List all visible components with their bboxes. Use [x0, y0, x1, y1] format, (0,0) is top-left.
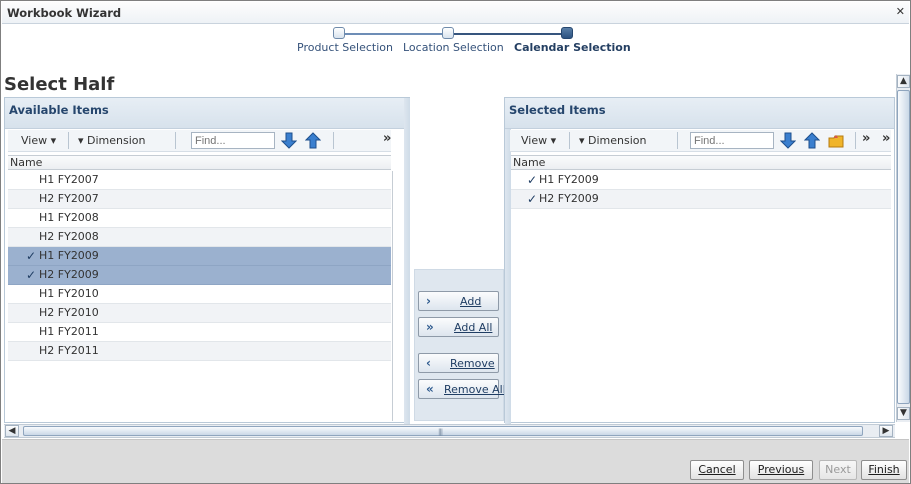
train-stop-product[interactable] — [333, 27, 345, 39]
toolbar-overflow-icon[interactable]: » — [862, 131, 870, 146]
remove-button[interactable]: ‹ Remove — [418, 353, 499, 373]
toolbar-separator — [68, 132, 69, 149]
panel-overflow-icon[interactable]: » — [882, 131, 890, 146]
dimension-menu[interactable]: ▾ Dimension — [579, 134, 647, 147]
available-items-title: Available Items — [9, 103, 109, 117]
add-all-icon: » — [426, 320, 434, 334]
toolbar-separator — [333, 132, 334, 149]
toolbar-separator — [855, 132, 856, 149]
previous-button[interactable]: Previous — [749, 460, 813, 480]
find-input[interactable] — [690, 132, 774, 149]
list-item-label: H2 FY2007 — [39, 192, 99, 205]
check-icon: ✓ — [527, 173, 538, 187]
list-item[interactable]: H1 FY2010 — [8, 285, 391, 304]
dimension-menu[interactable]: ▾ Dimension — [78, 134, 146, 147]
toolbar-overflow-icon[interactable]: » — [383, 131, 391, 146]
train-connector — [339, 33, 447, 35]
list-item-label: H2 FY2008 — [39, 230, 99, 243]
column-header-name[interactable]: Name — [511, 155, 891, 170]
page-title: Select Half — [4, 74, 115, 95]
available-items-panel: Available Items View ▾ ▾ Dimension » Nam… — [4, 97, 410, 424]
scroll-left-icon[interactable]: ◀ — [5, 425, 19, 437]
view-menu[interactable]: View ▾ — [21, 134, 56, 147]
list-item-label: H2 FY2009 — [539, 192, 599, 205]
list-item-label: H1 FY2011 — [39, 325, 99, 338]
wizard-train: Product Selection Location Selection Cal… — [291, 25, 631, 59]
finish-button[interactable]: Finish — [861, 460, 907, 480]
train-label-location[interactable]: Location Selection — [403, 41, 504, 54]
scroll-down-icon[interactable]: ▼ — [897, 407, 910, 420]
grip-icon: ||| — [438, 428, 443, 436]
find-next-icon[interactable] — [280, 132, 298, 149]
toolbar-separator — [569, 132, 570, 149]
list-item[interactable]: H2 FY2011 — [8, 342, 391, 361]
close-icon[interactable]: ✕ — [896, 5, 905, 18]
panel-edge — [404, 98, 410, 424]
remove-all-button[interactable]: « Remove All — [418, 379, 506, 399]
title-bar: Workbook Wizard ✕ — [2, 2, 909, 24]
train-stop-calendar — [561, 27, 573, 39]
toolbar-separator — [175, 132, 176, 149]
scroll-right-icon[interactable]: ▶ — [879, 425, 893, 437]
find-previous-icon[interactable] — [803, 132, 821, 149]
list-item[interactable]: ✓ H2 FY2009 — [511, 190, 891, 209]
list-divider — [392, 171, 393, 421]
list-item[interactable]: H2 FY2008 — [8, 228, 391, 247]
available-items-list: H1 FY2007 H2 FY2007 H1 FY2008 H2 FY2008 ✓ H1 … — [8, 171, 391, 361]
vertical-scrollbar[interactable]: ▲ ▼ — [896, 74, 910, 422]
train-connector — [453, 33, 561, 35]
available-toolbar: View ▾ ▾ Dimension » — [8, 130, 391, 152]
scroll-up-icon[interactable]: ▲ — [897, 75, 910, 88]
toolbar-separator — [677, 132, 678, 149]
list-item[interactable]: ✓ H1 FY2009 — [8, 247, 391, 266]
check-icon: ✓ — [527, 192, 538, 206]
panel-header: Selected Items — [505, 98, 894, 129]
find-next-icon[interactable] — [779, 132, 797, 149]
train-label-calendar: Calendar Selection — [514, 41, 631, 54]
selected-items-panel: Selected Items View ▾ ▾ Dimension » » Na… — [504, 97, 895, 424]
add-button[interactable]: › Add — [418, 291, 499, 311]
list-item[interactable]: H2 FY2010 — [8, 304, 391, 323]
cancel-button[interactable]: Cancel — [690, 460, 744, 480]
selected-items-title: Selected Items — [509, 103, 606, 117]
list-item-label: H2 FY2009 — [39, 268, 99, 281]
list-item[interactable]: H1 FY2007 — [8, 171, 391, 190]
folder-icon[interactable] — [828, 132, 844, 149]
train-label-product[interactable]: Product Selection — [297, 41, 393, 54]
train-stop-location[interactable] — [442, 27, 454, 39]
view-menu[interactable]: View ▾ — [521, 134, 556, 147]
panel-header: Available Items — [5, 98, 409, 129]
footer-bar: Cancel Previous Next Finish — [2, 439, 909, 483]
list-item[interactable]: ✓ H1 FY2009 — [511, 171, 891, 190]
add-all-button[interactable]: » Add All — [418, 317, 499, 337]
find-previous-icon[interactable] — [304, 132, 322, 149]
list-item-label: H2 FY2010 — [39, 306, 99, 319]
vertical-scroll-thumb[interactable] — [897, 90, 910, 404]
check-icon: ✓ — [26, 268, 37, 282]
next-button: Next — [819, 460, 857, 480]
list-item-label: H1 FY2009 — [39, 249, 99, 262]
list-item-label: H1 FY2007 — [39, 173, 99, 186]
selected-items-list: ✓ H1 FY2009 ✓ H2 FY2009 — [511, 171, 891, 209]
list-item[interactable]: H1 FY2008 — [8, 209, 391, 228]
list-item-label: H1 FY2008 — [39, 211, 99, 224]
list-item-label: H2 FY2011 — [39, 344, 99, 357]
horizontal-scroll-thumb[interactable]: ||| — [23, 426, 863, 436]
list-item[interactable]: ✓ H2 FY2009 — [8, 266, 391, 285]
add-icon: › — [426, 294, 431, 308]
list-item[interactable]: H2 FY2007 — [8, 190, 391, 209]
shuttle-buttons: › Add » Add All ‹ Remove « Remove All — [414, 269, 506, 421]
find-input[interactable] — [191, 132, 275, 149]
remove-icon: ‹ — [426, 356, 431, 370]
selected-toolbar: View ▾ ▾ Dimension » » — [510, 130, 891, 152]
wizard-dialog: Workbook Wizard ✕ Product Selection Loca… — [0, 0, 911, 484]
horizontal-scrollbar[interactable]: ◀ ||| ▶ — [4, 424, 895, 438]
check-icon: ✓ — [26, 249, 37, 263]
dialog-title: Workbook Wizard — [7, 6, 122, 20]
remove-all-icon: « — [426, 382, 434, 396]
column-header-name[interactable]: Name — [8, 155, 391, 170]
list-item-label: H1 FY2009 — [539, 173, 599, 186]
list-item[interactable]: H1 FY2011 — [8, 323, 391, 342]
list-item-label: H1 FY2010 — [39, 287, 99, 300]
